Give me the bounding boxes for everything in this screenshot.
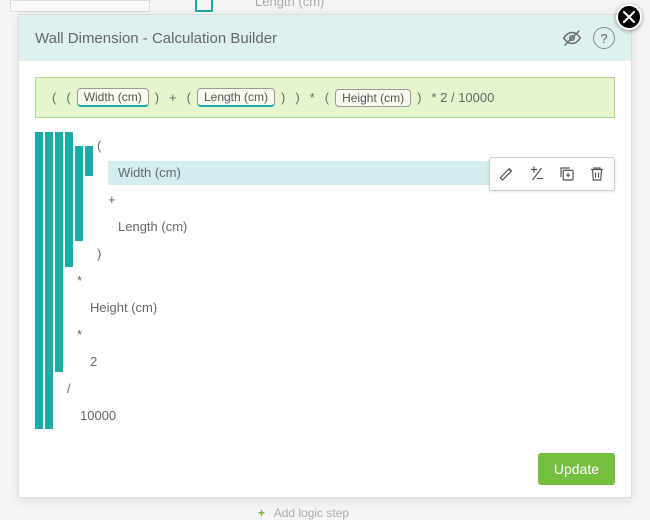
tree-row[interactable]: 2	[35, 348, 615, 375]
plus-minus-icon[interactable]	[526, 163, 548, 185]
expression-tree: ( Width (cm)	[35, 132, 615, 429]
op-rparen: )	[291, 90, 303, 105]
tree-row[interactable]: *	[35, 267, 615, 294]
bg-field-label: Length (cm)	[255, 0, 324, 9]
plus-icon: +	[258, 506, 265, 520]
nesting-bars	[35, 132, 93, 429]
tree-row[interactable]: 10000	[35, 402, 615, 429]
op-rparen: )	[413, 90, 425, 105]
help-icon[interactable]: ?	[593, 27, 615, 49]
copy-add-icon[interactable]	[556, 163, 578, 185]
formula-bar[interactable]: ( ( Width (cm) ) + ( Length (cm) ) ) * (…	[35, 77, 615, 118]
visibility-off-icon[interactable]	[561, 27, 583, 49]
modal-title: Wall Dimension - Calculation Builder	[35, 30, 551, 47]
tree-row[interactable]: Length (cm)	[35, 213, 615, 240]
op-rparen: )	[151, 90, 163, 105]
close-button[interactable]	[616, 4, 642, 30]
op-lparen: (	[321, 90, 333, 105]
op-lparen: (	[183, 90, 195, 105]
tree-row-selected[interactable]: Width (cm)	[35, 159, 615, 186]
tree-row[interactable]: )	[35, 240, 615, 267]
op-rparen: )	[277, 90, 289, 105]
edit-icon[interactable]	[496, 163, 518, 185]
tree-row[interactable]: *	[35, 321, 615, 348]
calculation-builder-modal: Wall Dimension - Calculation Builder ? (…	[18, 14, 632, 498]
update-button[interactable]: Update	[538, 453, 615, 485]
tree-row[interactable]: (	[35, 132, 615, 159]
op-plus: +	[165, 90, 181, 105]
param-chip-length[interactable]: Length (cm)	[197, 88, 275, 107]
trash-icon[interactable]	[586, 163, 608, 185]
op-lparen: (	[62, 90, 74, 105]
param-chip-height[interactable]: Height (cm)	[335, 89, 411, 107]
op-lparen: (	[48, 90, 60, 105]
tree-value: Width (cm)	[118, 165, 181, 180]
op-star: *	[306, 90, 319, 105]
param-chip-width[interactable]: Width (cm)	[77, 88, 149, 107]
modal-body: ( ( Width (cm) ) + ( Length (cm) ) ) * (…	[19, 61, 631, 497]
formula-trail: * 2 / 10000	[427, 90, 498, 105]
tree-row[interactable]: /	[35, 375, 615, 402]
modal-header: Wall Dimension - Calculation Builder ?	[19, 15, 631, 61]
tree-row[interactable]: Height (cm)	[35, 294, 615, 321]
row-toolbar	[489, 157, 615, 191]
bg-add-logic-step: + Add logic step	[258, 506, 349, 520]
